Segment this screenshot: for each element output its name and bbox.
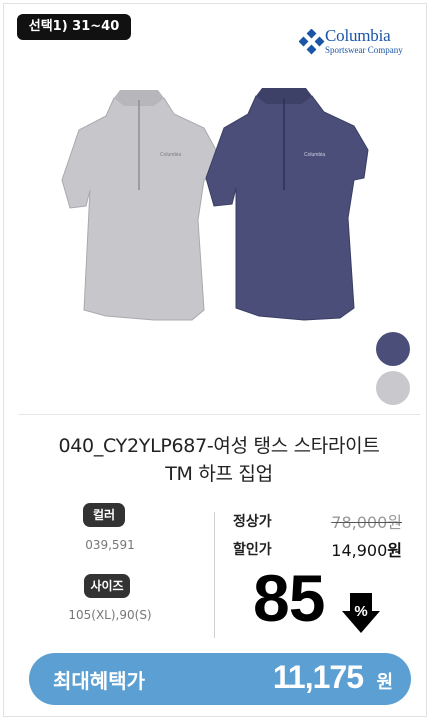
product-image[interactable]: Columbia Columbia	[54, 80, 374, 340]
navy-shirt-logo-text: Columbia	[304, 152, 325, 158]
columbia-diamond-icon	[299, 29, 325, 55]
color-swatch-navy[interactable]	[376, 332, 410, 366]
size-label-badge: 사이즈	[84, 574, 130, 598]
divider	[18, 414, 420, 415]
gray-shirt-image: Columbia	[61, 90, 217, 321]
product-title[interactable]: 040_CY2YLP687-여성 탱스 스타라이트 TM 하프 집업	[18, 432, 420, 488]
product-title-line2: TM 하프 집업	[165, 463, 273, 485]
brand-name: Columbia	[325, 26, 391, 45]
navy-shirt-image: Columbia	[205, 88, 369, 321]
color-label-badge: 컬러	[83, 503, 125, 527]
sale-price-label: 할인가	[233, 542, 272, 558]
discount-percent-symbol: %	[354, 603, 367, 620]
color-value: 039,591	[85, 538, 135, 552]
vertical-divider	[214, 512, 215, 638]
product-card[interactable]: 선택1) 31~40 Columbia Sportswear Company C…	[3, 3, 427, 717]
regular-price: 78,000원	[331, 513, 402, 532]
sale-price: 14,900원	[331, 537, 402, 561]
gray-shirt-logo-text: Columbia	[160, 152, 181, 158]
max-benefit-unit: 원	[376, 672, 393, 693]
brand-subtitle: Sportswear Company	[325, 45, 403, 55]
color-swatch-gray[interactable]	[376, 371, 410, 405]
sale-price-unit: 원	[387, 541, 402, 560]
max-benefit-label: 최대혜택가	[53, 669, 145, 693]
option-badge: 선택1) 31~40	[17, 14, 131, 40]
discount-rate: 85	[253, 561, 325, 635]
max-benefit-amount: 11,175	[272, 659, 364, 695]
size-value: 105(XL),90(S)	[68, 608, 152, 622]
regular-price-label: 정상가	[233, 514, 272, 530]
product-title-line1: 040_CY2YLP687-여성 탱스 스타라이트	[58, 435, 380, 457]
max-benefit-bar[interactable]: 최대혜택가 11,175 원	[29, 653, 411, 705]
discount-down-arrow-icon: %	[342, 593, 380, 633]
brand-logo: Columbia Sportswear Company	[299, 26, 411, 60]
sale-price-amount: 14,900	[331, 541, 388, 560]
